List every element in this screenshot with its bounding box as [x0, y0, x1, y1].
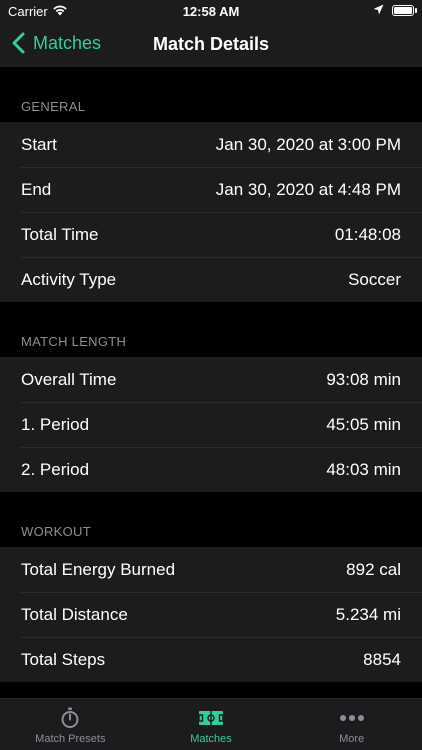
tab-matches[interactable]: Matches — [141, 699, 282, 750]
more-dots-icon — [339, 715, 364, 721]
chevron-left-icon — [12, 32, 25, 54]
status-time: 12:58 AM — [182, 4, 240, 19]
row-value: 01:48:08 — [334, 224, 401, 244]
row-value: 8854 — [363, 649, 401, 669]
row-start: Start Jan 30, 2020 at 3:00 PM — [0, 122, 422, 167]
section-header-workout: WORKOUT — [21, 524, 91, 539]
navigation-bar: Matches Match Details — [0, 22, 422, 68]
battery-cap — [415, 8, 417, 13]
match-details-list[interactable]: GENERAL Start Jan 30, 2020 at 3:00 PM En… — [0, 67, 422, 698]
tab-label: Matches — [190, 733, 232, 745]
row-value: 892 cal — [346, 559, 401, 579]
row-value: 45:05 min — [326, 414, 401, 434]
row-value: Jan 30, 2020 at 3:00 PM — [215, 134, 401, 154]
row-value: Soccer — [348, 269, 401, 289]
status-bar: Carrier 12:58 AM — [0, 0, 422, 22]
row-end: End Jan 30, 2020 at 4:48 PM — [0, 167, 422, 212]
tab-label: Match Presets — [35, 733, 106, 745]
row-value: Jan 30, 2020 at 4:48 PM — [215, 179, 401, 199]
row-value: 48:03 min — [326, 459, 401, 479]
row-label: Total Steps — [21, 649, 106, 669]
row-period-2: 2. Period 48:03 min — [0, 447, 422, 492]
row-label: Overall Time — [21, 369, 117, 389]
row-total-steps: Total Steps 8854 — [0, 637, 422, 682]
row-label: Start — [21, 134, 57, 154]
battery-icon — [392, 5, 414, 16]
row-label: Total Energy Burned — [21, 559, 176, 579]
back-button-label: Matches — [33, 32, 102, 53]
tab-bar: Match Presets Matches More — [0, 698, 422, 750]
section-header-general: GENERAL — [21, 99, 86, 114]
section-match-length: Overall Time 93:08 min 1. Period 45:05 m… — [0, 357, 422, 492]
tab-more[interactable]: More — [281, 699, 422, 750]
section-general: Start Jan 30, 2020 at 3:00 PM End Jan 30… — [0, 122, 422, 302]
row-total-distance: Total Distance 5.234 mi — [0, 592, 422, 637]
row-label: 2. Period — [21, 459, 90, 479]
section-header-match-length: MATCH LENGTH — [21, 334, 127, 349]
row-label: Total Time — [21, 224, 99, 244]
row-activity-type: Activity Type Soccer — [0, 257, 422, 302]
back-button[interactable]: Matches — [10, 32, 101, 54]
row-period-1: 1. Period 45:05 min — [0, 402, 422, 447]
tab-match-presets[interactable]: Match Presets — [0, 699, 141, 750]
section-workout: Total Energy Burned 892 cal Total Distan… — [0, 547, 422, 682]
row-total-energy: Total Energy Burned 892 cal — [0, 547, 422, 592]
stopwatch-icon — [61, 707, 79, 728]
row-total-time: Total Time 01:48:08 — [0, 212, 422, 257]
row-overall-time: Overall Time 93:08 min — [0, 357, 422, 402]
soccer-field-icon — [198, 711, 224, 725]
row-value: 5.234 mi — [335, 604, 401, 624]
location-arrow-icon — [373, 3, 384, 18]
row-label: Total Distance — [21, 604, 128, 624]
row-value: 93:08 min — [326, 369, 401, 389]
row-label: Activity Type — [21, 269, 117, 289]
row-label: 1. Period — [21, 414, 90, 434]
tab-label: More — [339, 733, 365, 745]
row-label: End — [21, 179, 52, 199]
